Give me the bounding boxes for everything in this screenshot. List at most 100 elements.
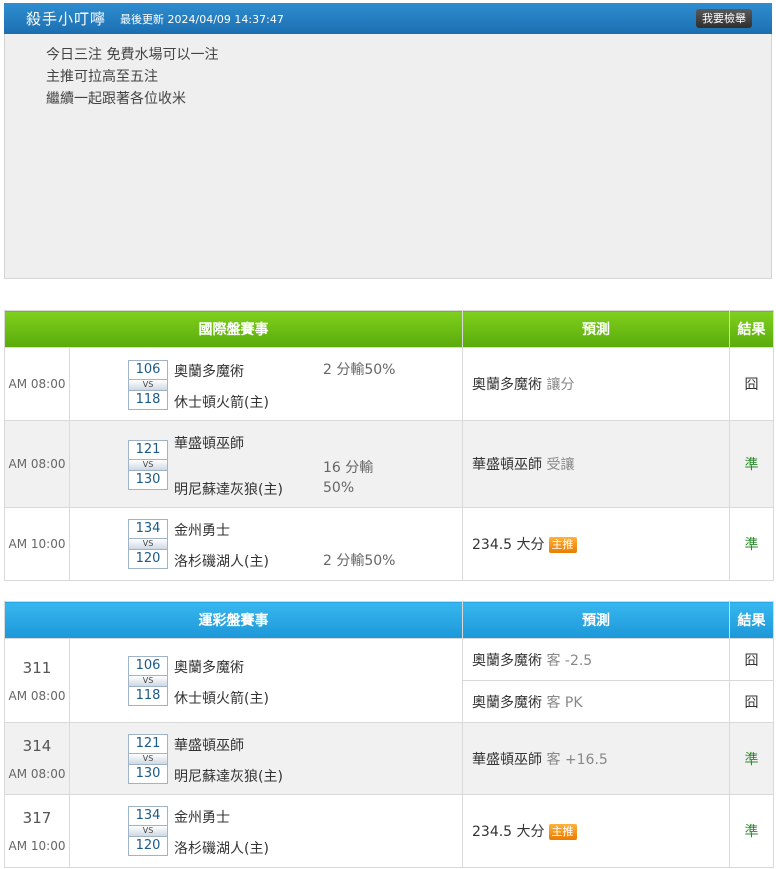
game-num-time: 317 AM 10:00 (4, 794, 70, 868)
lottery-games-table: 運彩盤賽事 預測 結果 311 AM 08:00 106 VS 118 奧蘭多魔… (4, 601, 774, 868)
game-number: 314 (22, 736, 52, 755)
col-header-prediction: 預測 (462, 310, 730, 348)
score-box: 106 VS 118 (128, 359, 168, 410)
result-hit: 準 (729, 722, 774, 795)
score-box: 121 VS 130 (128, 439, 168, 490)
prediction-cell: 234.5 大分 主推 (462, 507, 730, 581)
home-team: 洛杉磯湖人(主) (174, 840, 269, 857)
game-time: AM 08:00 (8, 766, 66, 781)
away-team: 華盛頓巫師 (174, 737, 244, 754)
note-line: 繼續一起跟著各位收米 (46, 91, 186, 107)
home-score: 120 (128, 548, 168, 569)
table-row: AM 10:00 134 VS 120 金州勇士 洛杉磯湖人(主) 2 分輸50… (4, 507, 774, 581)
result-miss: 囧 (729, 347, 774, 421)
match-cell: 134 VS 120 金州勇士 洛杉磯湖人(主) (69, 794, 463, 868)
intl-games-table: 國際盤賽事 預測 結果 AM 08:00 106 VS 118 奧蘭多魔術 休士… (4, 310, 774, 581)
prediction-total: 234.5 大分 (472, 824, 545, 840)
col-header-games: 國際盤賽事 (4, 310, 463, 348)
prediction-cell: 奧蘭多魔術 客 PK (462, 680, 730, 723)
vs-label: VS (128, 675, 168, 686)
vs-label: VS (128, 753, 168, 764)
prediction-team: 華盛頓巫師 (472, 751, 542, 768)
prediction-type: 客 -2.5 (546, 652, 593, 669)
away-team: 金州勇士 (174, 809, 230, 826)
prediction-team: 華盛頓巫師 (472, 457, 542, 473)
prediction-type: 讓分 (546, 377, 575, 393)
away-score: 134 (128, 518, 168, 539)
table-header: 運彩盤賽事 預測 結果 (4, 601, 774, 639)
home-team: 明尼蘇達灰狼(主) (174, 768, 283, 785)
home-team: 休士頓火箭(主) (174, 394, 269, 411)
result-miss: 囧 (729, 680, 774, 723)
home-score: 120 (128, 835, 168, 856)
featured-badge: 主推 (548, 824, 577, 840)
notes-panel: 今日三注 免費水場可以一注 主推可拉高至五注 繼續一起跟著各位收米 (4, 34, 772, 279)
away-team: 奧蘭多魔術 (174, 659, 244, 676)
col-header-result: 結果 (729, 310, 774, 348)
vs-label: VS (128, 538, 168, 549)
game-num-time: 314 AM 08:00 (4, 722, 70, 795)
game-time: AM 08:00 (8, 688, 66, 703)
prediction-team: 奧蘭多魔術 (472, 694, 542, 711)
game-num-time: 311 AM 08:00 (4, 638, 70, 723)
handicap-pct: 50% (323, 479, 355, 496)
col-header-result: 結果 (729, 601, 774, 639)
away-score: 106 (128, 655, 168, 676)
match-cell: 121 VS 130 華盛頓巫師 明尼蘇達灰狼(主) 16 分輸 50% (69, 420, 463, 508)
prediction-team: 奧蘭多魔術 (472, 377, 542, 393)
away-team: 奧蘭多魔術 (174, 363, 244, 380)
away-score: 121 (128, 733, 168, 754)
game-number: 317 (22, 809, 52, 827)
note-line: 今日三注 免費水場可以一注 (46, 47, 219, 63)
vs-label: VS (128, 459, 168, 470)
match-cell: 134 VS 120 金州勇士 洛杉磯湖人(主) 2 分輸50% (69, 507, 463, 581)
prediction-team: 奧蘭多魔術 (472, 652, 542, 669)
header-bar: 殺手小叮嚀 最後更新 2024/04/09 14:37:47 我要檢舉 (4, 3, 772, 34)
table-row: 314 AM 08:00 121 VS 130 華盛頓巫師 明尼蘇達灰狼(主) … (4, 722, 774, 795)
vs-label: VS (128, 825, 168, 836)
score-box: 121 VS 130 (128, 733, 168, 784)
handicap-line: 2 分輸50% (323, 361, 396, 378)
match-cell: 106 VS 118 奧蘭多魔術 休士頓火箭(主) (69, 638, 463, 723)
table-row: 311 AM 08:00 106 VS 118 奧蘭多魔術 休士頓火箭(主) 奧… (4, 638, 774, 723)
score-box: 106 VS 118 (128, 655, 168, 706)
game-time: AM 08:00 (4, 420, 70, 508)
col-header-prediction: 預測 (462, 601, 730, 639)
game-time: AM 10:00 (8, 839, 66, 853)
score-box: 134 VS 120 (128, 518, 168, 569)
result-hit: 準 (729, 420, 774, 508)
prediction-type: 客 +16.5 (546, 751, 608, 768)
col-header-games: 運彩盤賽事 (4, 601, 463, 639)
home-score: 118 (128, 685, 168, 706)
home-score: 130 (128, 763, 168, 784)
result-hit: 準 (729, 794, 774, 868)
result-hit: 準 (729, 507, 774, 581)
match-cell: 106 VS 118 奧蘭多魔術 休士頓火箭(主) 2 分輸50% (69, 347, 463, 421)
home-score: 130 (128, 469, 168, 490)
home-team: 洛杉磯湖人(主) (174, 553, 269, 570)
prediction-cell: 234.5 大分 主推 (462, 794, 730, 868)
table-row: AM 08:00 106 VS 118 奧蘭多魔術 休士頓火箭(主) 2 分輸5… (4, 347, 774, 421)
prediction-type: 受讓 (546, 457, 575, 473)
handicap-line: 16 分輸 (323, 459, 374, 476)
away-score: 106 (128, 359, 168, 380)
featured-badge: 主推 (548, 537, 577, 553)
note-line: 主推可拉高至五注 (46, 69, 158, 85)
game-number: 311 (22, 658, 52, 677)
author-name[interactable]: 殺手小叮嚀 (26, 8, 106, 29)
report-button[interactable]: 我要檢舉 (696, 9, 752, 28)
prediction-cell: 奧蘭多魔術 客 -2.5 (462, 638, 730, 681)
game-time: AM 10:00 (4, 507, 70, 581)
home-score: 118 (128, 389, 168, 410)
game-time: AM 08:00 (4, 347, 70, 421)
vs-label: VS (128, 379, 168, 390)
prediction-cell: 華盛頓巫師 客 +16.5 (462, 722, 730, 795)
home-team: 休士頓火箭(主) (174, 690, 269, 707)
home-team: 明尼蘇達灰狼(主) (174, 481, 283, 498)
prediction-cell: 華盛頓巫師 受讓 (462, 420, 730, 508)
prediction-type: 客 PK (546, 694, 583, 711)
handicap-line: 2 分輸50% (323, 552, 396, 569)
table-row: 317 AM 10:00 134 VS 120 金州勇士 洛杉磯湖人(主) 23… (4, 794, 774, 868)
away-score: 134 (128, 805, 168, 826)
prediction-cell: 奧蘭多魔術 讓分 (462, 347, 730, 421)
